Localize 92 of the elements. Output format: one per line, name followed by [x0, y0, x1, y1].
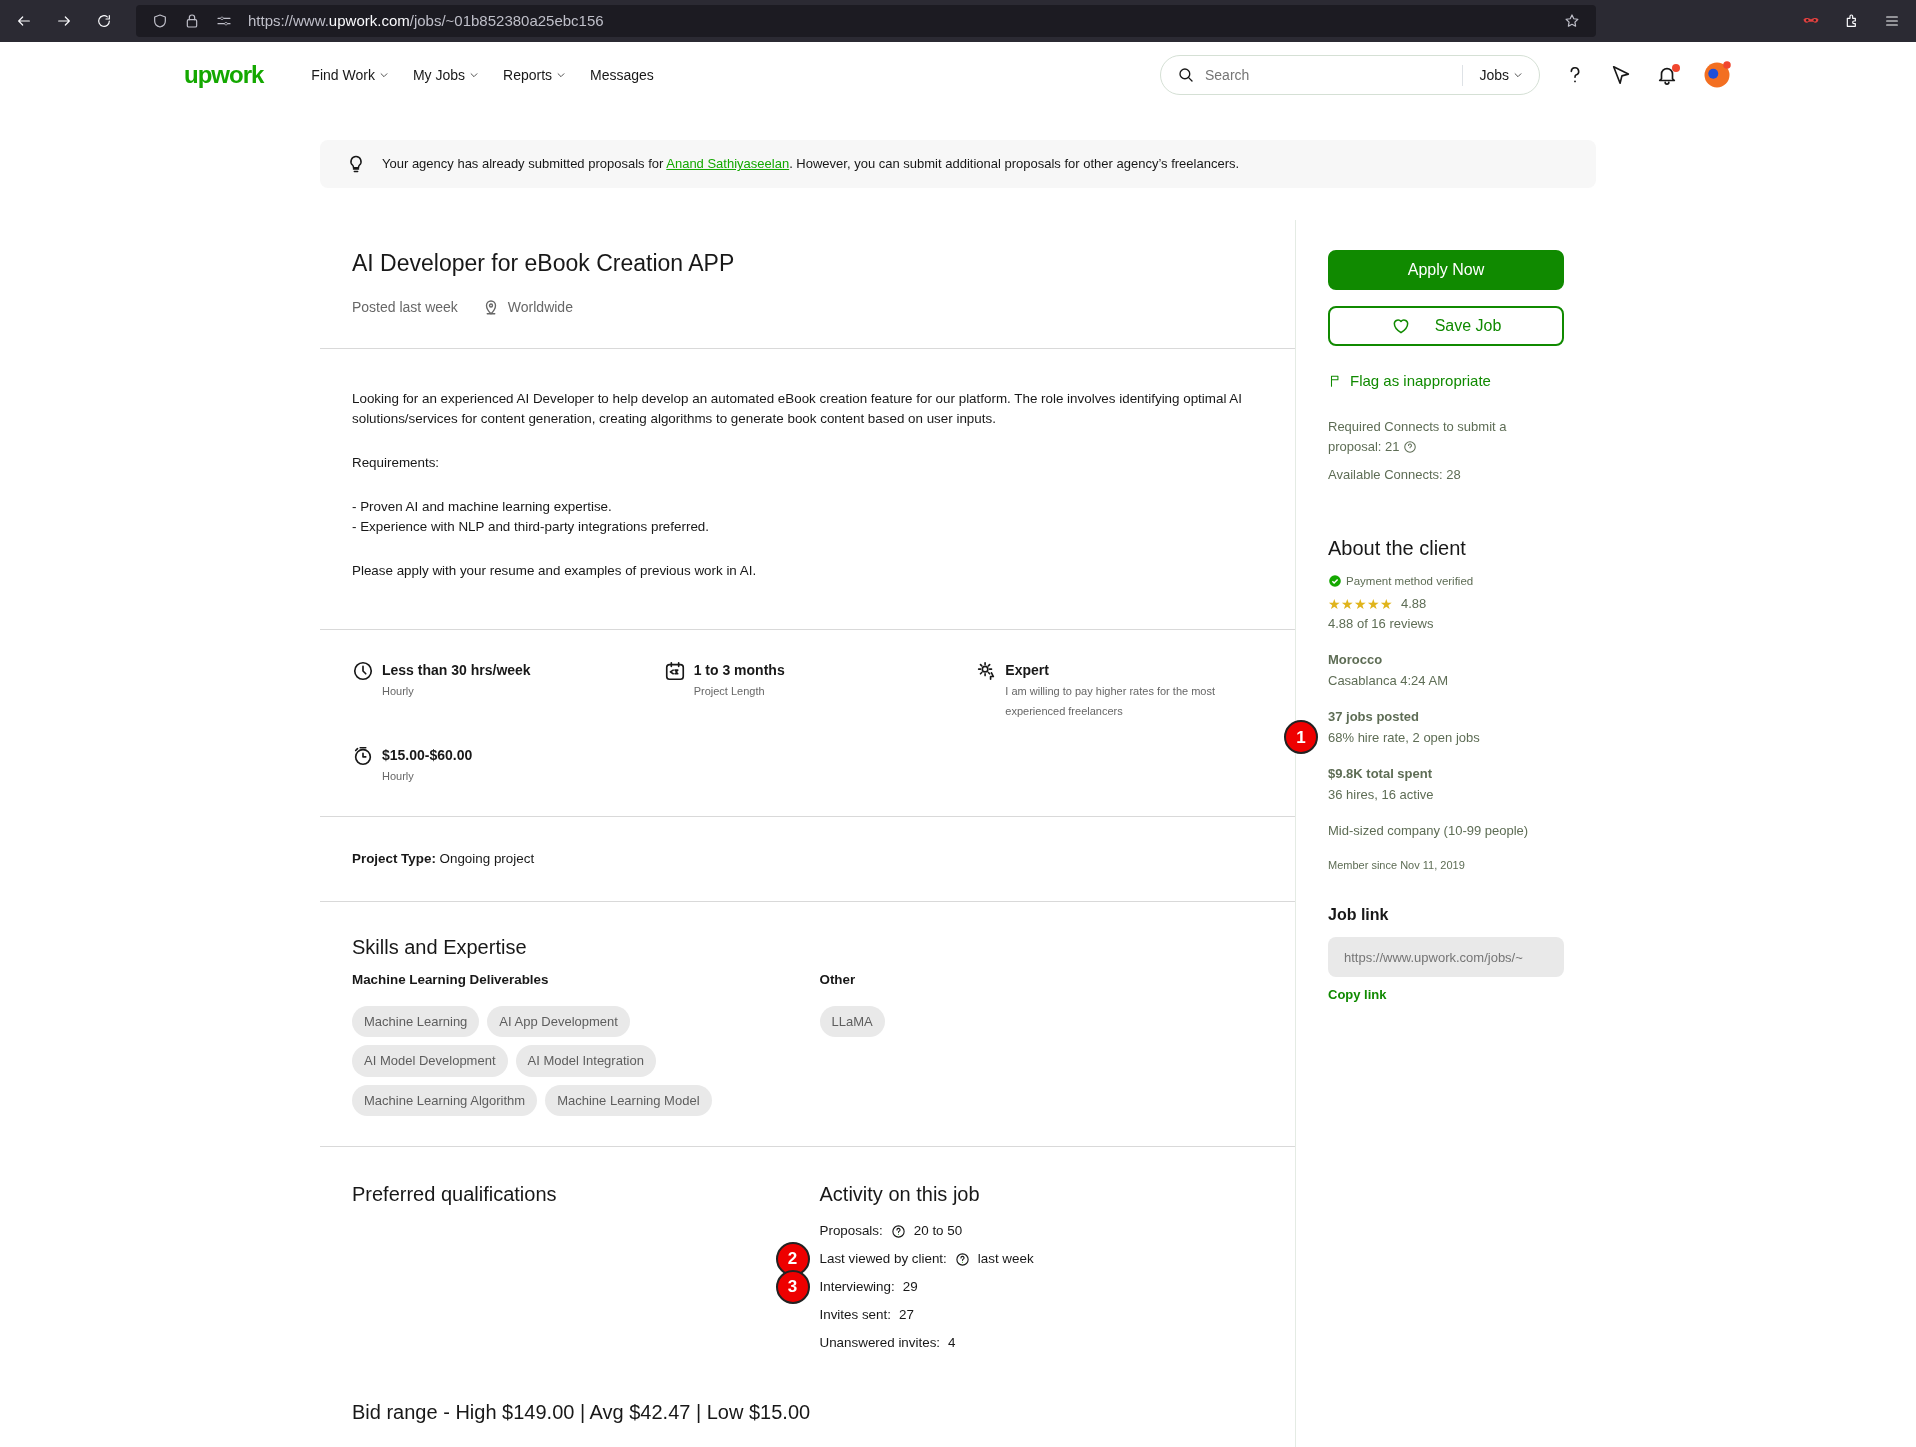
feature-value: 1 to 3 months: [693, 660, 785, 680]
shield-icon: [152, 13, 168, 29]
flag-icon: [1328, 374, 1342, 389]
total-spent-text: $9.8K total spent: [1328, 764, 1434, 783]
posted-date: Posted last week: [352, 297, 458, 317]
activity-value: 4: [948, 1334, 956, 1353]
activity-value: last week: [977, 1250, 1034, 1269]
notice-text: Your agency has already submitted proposals for Anand Sathiyaseelan. However, you can submit additional proposals for other agency’s freelancers.: [382, 155, 1240, 174]
skill-tag[interactable]: AI Model Development: [352, 1045, 508, 1077]
star-icon[interactable]: [1564, 13, 1580, 29]
nav-link[interactable]: Messages: [590, 64, 654, 86]
help-circle-icon[interactable]: [954, 1251, 970, 1267]
connects-available-text: Available Connects: 28: [1328, 465, 1462, 484]
lock-icon: [184, 13, 200, 29]
nav-link[interactable]: Find Work: [311, 64, 389, 86]
client-country: Morocco: [1328, 650, 1384, 669]
notifications-icon[interactable]: [1656, 63, 1678, 87]
activity-label: Unanswered invites:: [819, 1334, 941, 1353]
skill-tag[interactable]: AI App Development: [487, 1005, 630, 1038]
activity-label: Proposals:: [819, 1222, 883, 1241]
feature-label: Project Length: [693, 683, 766, 699]
chevron-down-icon: [1513, 70, 1523, 80]
nav-link[interactable]: My Jobs: [412, 64, 479, 86]
reviews-text: 4.88 of 16 reviews: [1328, 614, 1435, 633]
skill-tag[interactable]: Machine Learning Algorithm: [352, 1084, 538, 1117]
activity-label: Last viewed by client:: [819, 1250, 947, 1269]
star-icon: ★: [1380, 596, 1393, 611]
search-icon: [1177, 66, 1195, 84]
skill-group-title: Machine Learning Deliverables: [352, 970, 550, 989]
help-circle-icon[interactable]: [890, 1223, 906, 1239]
jobs-posted-text: 37 jobs posted: [1328, 707, 1421, 726]
skill-group-title: Other: [819, 970, 857, 989]
section-heading: About the client: [1328, 535, 1467, 561]
section-heading: Activity on this job: [819, 1182, 981, 1208]
bid-range-text: Bid range - High $149.00 | Avg $42.47 | Low $15.00: [352, 1400, 812, 1426]
description-paragraph: - Proven AI and machine learning expertise. - Experience with NLP and third-party integrations preferred.: [352, 497, 711, 536]
job-title: AI Developer for eBook Creation APP: [352, 249, 736, 278]
hire-rate-text: 68% hire rate, 2 open jobs: [1328, 729, 1480, 745]
section-heading: Job link: [1328, 905, 1390, 926]
activity-value: 20 to 50: [913, 1222, 963, 1241]
feature-value: $15.00-$60.00: [382, 745, 473, 765]
annotation-marker: 1: [1284, 720, 1318, 755]
rating-value: 4.88: [1401, 594, 1427, 613]
annotation-marker: 3: [775, 1270, 810, 1305]
location-text: Worldwide: [507, 297, 573, 317]
job-link-field[interactable]: https://www.upwork.com/jobs/~: [1328, 937, 1564, 978]
back-icon[interactable]: [16, 13, 32, 29]
scope-dropdown[interactable]: Jobs: [1462, 64, 1523, 86]
clock-icon: [352, 659, 374, 682]
activity-value: 29: [902, 1278, 918, 1297]
menu-icon[interactable]: [1884, 13, 1900, 29]
section-heading: Preferred qualifications: [352, 1182, 558, 1208]
activity-label: Interviewing:: [819, 1278, 895, 1297]
save-job-button[interactable]: Save Job: [1328, 306, 1564, 346]
section-heading: Skills and Expertise: [352, 934, 528, 960]
skill-tag[interactable]: AI Model Integration: [515, 1045, 656, 1077]
activity-value: 27: [898, 1306, 914, 1325]
hires-text: 36 hires, 16 active: [1328, 786, 1434, 802]
send-icon[interactable]: [1610, 64, 1632, 86]
company-size-text: Mid-sized company (10-99 people): [1328, 821, 1530, 840]
description-paragraph: Please apply with your resume and examples of previous work in AI.: [352, 561, 758, 580]
description-paragraph: Requirements:: [352, 453, 441, 472]
star-icon: ★: [1341, 596, 1354, 611]
nav-link[interactable]: Reports: [503, 64, 567, 86]
star-icon: ★: [1367, 596, 1380, 611]
feature-label: Hourly: [382, 768, 415, 784]
avatar-icon[interactable]: [1702, 60, 1732, 90]
member-since-text: Member since Nov 11, 2019: [1328, 857, 1466, 873]
client-local-time: Casablanca 4:24 AM: [1328, 672, 1448, 688]
feature-label: I am willing to pay higher rates for the most experienced freelancers: [1005, 683, 1217, 719]
flag-link[interactable]: Flag as inappropriate: [1328, 370, 1564, 393]
forward-icon[interactable]: [56, 13, 72, 29]
feature-value: Expert: [1005, 660, 1050, 680]
feature-label: Hourly: [382, 683, 415, 699]
star-icon: ★: [1354, 596, 1367, 611]
payment-verified-text: Payment method verified: [1346, 573, 1474, 589]
activity-label: Invites sent:: [819, 1306, 891, 1325]
verified-check-icon: [1328, 574, 1342, 589]
project-type-text: Project Type: Ongoing project: [352, 849, 536, 868]
apply-button[interactable]: Apply Now: [1328, 250, 1564, 290]
connects-required-text: Required Connects to submit a proposal: 21: [1328, 417, 1508, 457]
stopwatch-icon: [352, 744, 374, 767]
feature-value: Less than 30 hrs/week: [382, 660, 531, 680]
copy-link[interactable]: Copy link: [1328, 985, 1387, 1005]
calendar-icon: [663, 659, 686, 682]
skill-tag[interactable]: LLaMA: [819, 1005, 885, 1038]
skill-tag[interactable]: Machine Learning: [352, 1005, 480, 1038]
skill-tag[interactable]: Machine Learning Model: [545, 1084, 712, 1117]
logo[interactable]: upwork: [184, 57, 264, 93]
reload-icon[interactable]: [96, 13, 112, 29]
description-paragraph: Looking for an experienced AI Developer to help develop an automated eBook creation feature for our platform. The role involves identifying optimal AI solutions/services for content generation, creating algorithms to generate book content based on user inputs.: [352, 389, 1244, 428]
star-icon: ★: [1328, 596, 1341, 611]
